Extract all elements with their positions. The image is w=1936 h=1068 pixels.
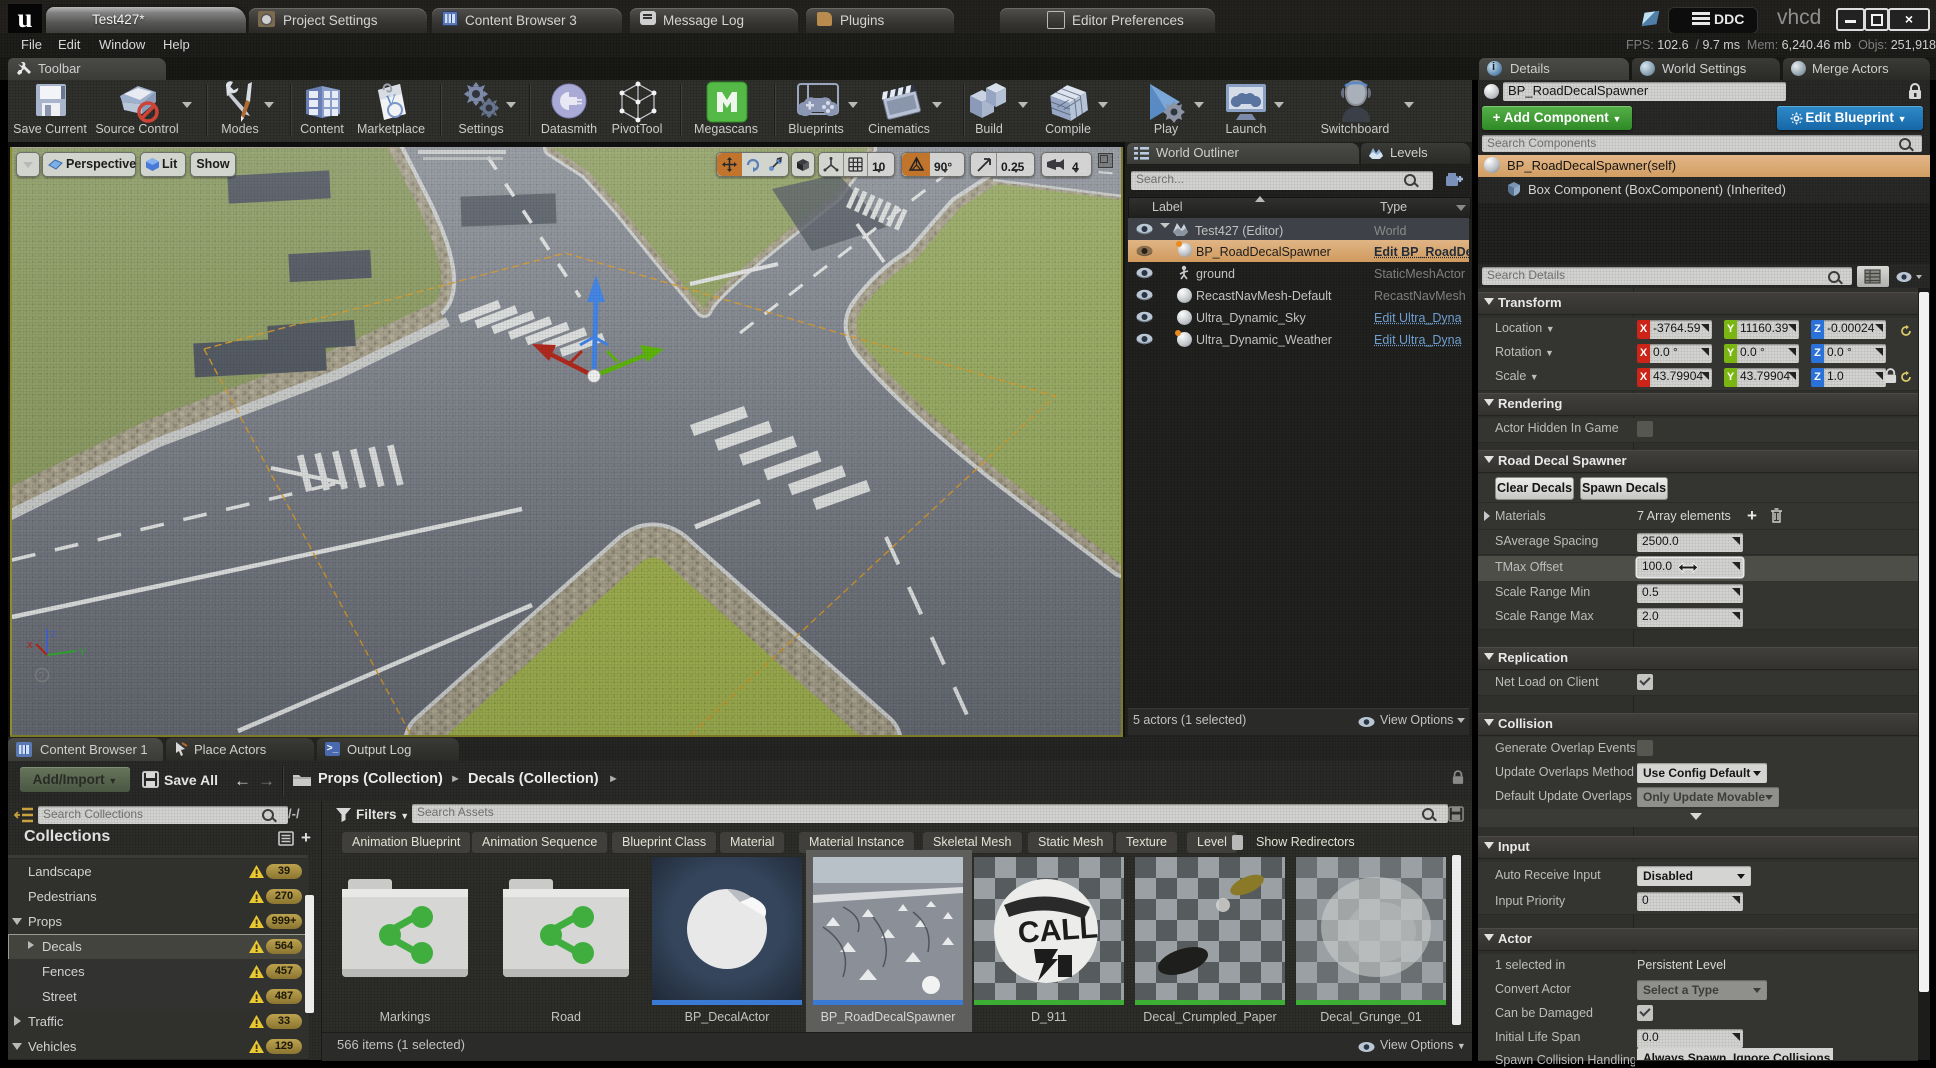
svg-text:CALL: CALL (1017, 911, 1099, 949)
